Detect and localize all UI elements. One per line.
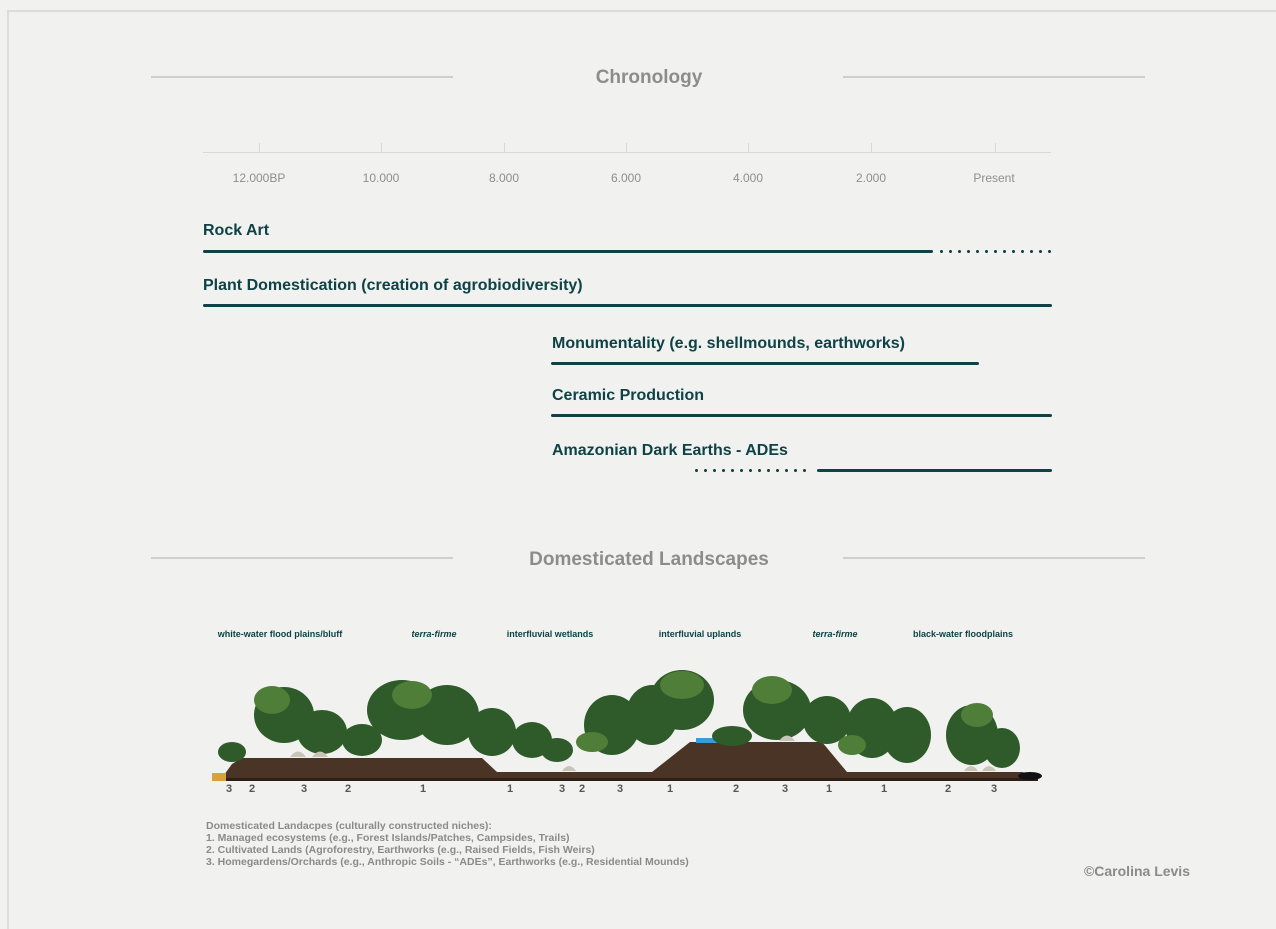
landscape-number: 1 (419, 783, 427, 795)
zone-label: terra-firme (812, 629, 858, 639)
tick-label: 8.000 (488, 171, 520, 185)
tick-label: 2.000 (855, 171, 887, 185)
landscapes-rule-left (151, 557, 453, 559)
landscape-number: 2 (248, 783, 256, 795)
tick-mark (626, 143, 627, 152)
tick-label: 10.000 (362, 171, 400, 185)
row-label-ades: Amazonian Dark Earths - ADEs (552, 442, 788, 459)
landscape-number: 3 (781, 783, 789, 795)
chronology-title: Chronology (595, 67, 703, 88)
tick-mark (871, 143, 872, 152)
landscape-number: 2 (732, 783, 740, 795)
landscape-number: 2 (578, 783, 586, 795)
ades-bar (817, 469, 1052, 472)
zone-label: interfluvial wetlands (506, 629, 594, 639)
chronology-rule-left (151, 76, 453, 78)
landscape-number: 1 (506, 783, 514, 795)
tick-mark (748, 143, 749, 152)
page-frame (7, 10, 1276, 929)
landscape-number: 1 (825, 783, 833, 795)
rock-art-dotted-bar (937, 250, 1054, 253)
landscape-number: 3 (616, 783, 624, 795)
landscape-cross-section-illustration (212, 670, 1042, 781)
tick-mark (504, 143, 505, 152)
monumentality-bar (551, 362, 979, 365)
zone-label: interfluvial uplands (658, 629, 742, 639)
landscape-number: 3 (225, 783, 233, 795)
zone-label: white-water flood plains/bluff (217, 629, 343, 639)
row-label-ceramic-production: Ceramic Production (552, 387, 705, 404)
landscape-number: 2 (344, 783, 352, 795)
plant-domestication-bar (203, 304, 1052, 307)
row-label-monumentality: Monumentality (e.g. shellmounds, earthwo… (552, 335, 905, 352)
rock-art-bar (203, 250, 933, 253)
landscape-number: 1 (880, 783, 888, 795)
landscapes-rule-right (843, 557, 1145, 559)
ades-dotted-bar (692, 469, 809, 472)
tick-label: Present (973, 171, 1015, 185)
landscape-legend: Domesticated Landacpes (culturally const… (206, 820, 689, 868)
image-credit: ©Carolina Levis (1083, 863, 1190, 879)
tick-label: 6.000 (610, 171, 642, 185)
time-axis (203, 152, 1051, 153)
row-label-plant-domestication: Plant Domestication (creation of agrobio… (203, 277, 583, 294)
landscape-number: 1 (666, 783, 674, 795)
chronology-rule-right (843, 76, 1145, 78)
landscape-number: 3 (990, 783, 998, 795)
landscapes-title: Domesticated Landscapes (529, 549, 769, 570)
tick-label: 12.000BP (232, 171, 286, 185)
zone-label: terra-firme (411, 629, 457, 639)
landscape-number: 3 (300, 783, 308, 795)
landscape-number: 2 (944, 783, 952, 795)
row-label-rock-art: Rock Art (203, 222, 270, 239)
tick-mark (259, 143, 260, 152)
landscape-number: 3 (558, 783, 566, 795)
ceramic-production-bar (551, 414, 1052, 417)
legend-heading: Domesticated Landacpes (culturally const… (206, 820, 492, 832)
zone-label: black-water floodplains (912, 629, 1014, 639)
legend-item: 3. Homegardens/Orchards (e.g., Anthropic… (206, 856, 689, 868)
tick-label: 4.000 (732, 171, 764, 185)
legend-item: 2. Cultivated Lands (Agroforestry, Earth… (206, 844, 595, 856)
tick-mark (995, 143, 996, 152)
legend-item: 1. Managed ecosystems (e.g., Forest Isla… (206, 832, 570, 844)
tick-mark (381, 143, 382, 152)
